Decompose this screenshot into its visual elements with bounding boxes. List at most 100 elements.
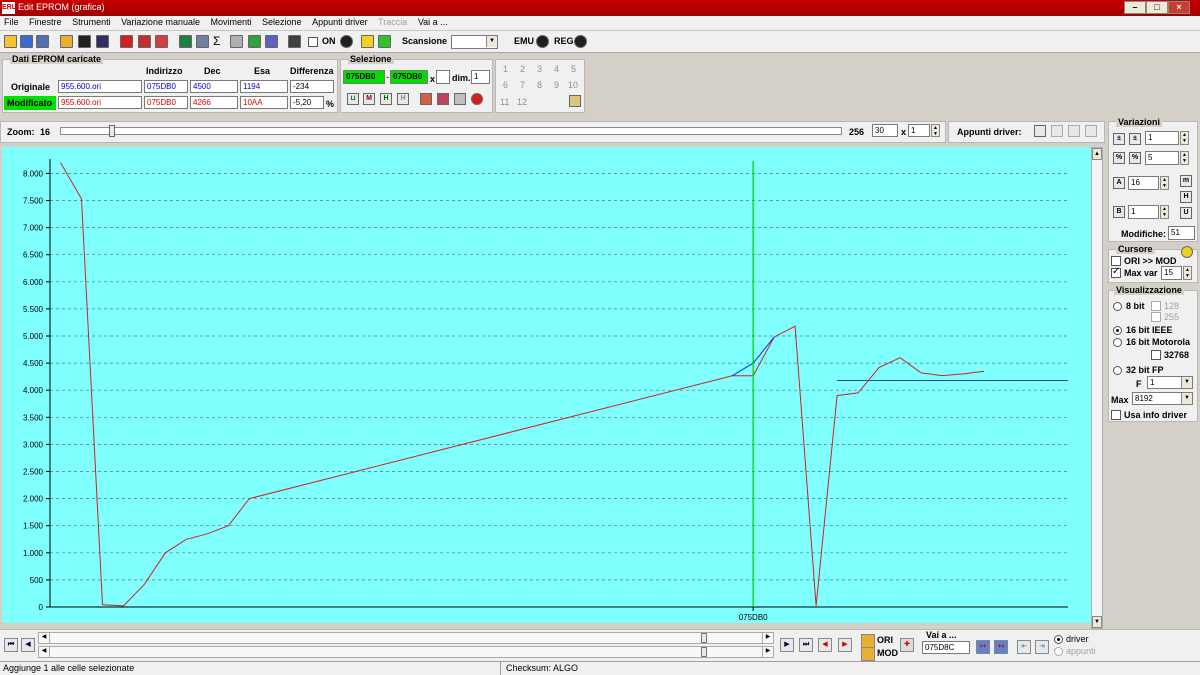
minimize-button[interactable]: –: [1124, 1, 1146, 14]
radio-driver[interactable]: [1054, 635, 1063, 644]
print-icon[interactable]: [230, 35, 243, 48]
radio-16bit-ieee[interactable]: [1113, 326, 1122, 335]
copy-icon[interactable]: [420, 93, 432, 105]
selezione-x-input[interactable]: [436, 70, 450, 84]
edit-icon[interactable]: [196, 35, 209, 48]
num-12[interactable]: 12: [517, 97, 527, 107]
num-7[interactable]: 7: [520, 80, 525, 90]
variazioni-spinner-3[interactable]: ▲ ▼: [1160, 176, 1169, 190]
vai-a-input[interactable]: 075D8C: [922, 641, 970, 654]
save-icon[interactable]: [78, 35, 91, 48]
menu-vai-a[interactable]: Vai a ...: [414, 16, 452, 28]
record-icon[interactable]: [340, 35, 353, 48]
last-icon[interactable]: ⏭: [799, 638, 813, 652]
selezione-from[interactable]: 075DB0: [343, 70, 385, 84]
scroll-left-icon[interactable]: ◀: [39, 647, 50, 657]
first-icon[interactable]: ⏮: [4, 638, 18, 652]
go-icon[interactable]: ↦: [976, 640, 990, 654]
originale-file[interactable]: 955.600.ori: [58, 80, 142, 93]
scansione-select[interactable]: ▼: [451, 35, 498, 49]
reg-icon[interactable]: [574, 35, 587, 48]
mark-next-icon[interactable]: ▶: [838, 638, 852, 652]
max-select[interactable]: 8192 ▼: [1132, 392, 1193, 405]
var-pct-sub-icon[interactable]: %: [1129, 152, 1141, 164]
scroll-right-icon[interactable]: ▶: [762, 647, 773, 657]
num-10[interactable]: 10: [568, 80, 578, 90]
undo-icon[interactable]: [471, 93, 483, 105]
menu-variazione-manuale[interactable]: Variazione manuale: [117, 16, 204, 28]
scroll-left-icon[interactable]: ◀: [39, 633, 50, 643]
modificato-differenza[interactable]: -5,20: [290, 96, 324, 109]
num-2[interactable]: 2: [520, 64, 525, 74]
checkbox-32768[interactable]: [1151, 350, 1161, 360]
scroll-down-icon[interactable]: ▼: [1092, 616, 1102, 628]
select-block-icon[interactable]: H: [380, 93, 392, 105]
mod-icon[interactable]: [861, 647, 875, 661]
chip-icon[interactable]: [155, 35, 168, 48]
flag-icon[interactable]: [248, 35, 261, 48]
originale-indirizzo[interactable]: 075DB0: [144, 80, 188, 93]
radio-32bit-fp[interactable]: [1113, 366, 1122, 375]
num-6[interactable]: 6: [503, 80, 508, 90]
var-u-icon[interactable]: U: [1180, 207, 1192, 219]
scroll-right-icon[interactable]: ▶: [762, 633, 773, 643]
hscroll-bottom-thumb[interactable]: [701, 647, 707, 657]
originale-dec[interactable]: 4500: [190, 80, 238, 93]
scroll-up-icon[interactable]: ▲: [1092, 148, 1102, 160]
lock-icon[interactable]: [361, 35, 374, 48]
select-range-icon[interactable]: M: [363, 93, 375, 105]
calculator-icon[interactable]: [569, 95, 581, 107]
var-m-icon[interactable]: m: [1180, 175, 1192, 187]
num-3[interactable]: 3: [537, 64, 542, 74]
chart-vscroll[interactable]: ▲ ▼: [1091, 147, 1103, 629]
var-add-icon[interactable]: ±: [1113, 133, 1125, 145]
variazioni-spinner-4[interactable]: ▲ ▼: [1160, 205, 1169, 219]
terminal-icon[interactable]: [288, 35, 301, 48]
selezione-to[interactable]: 075DB0: [390, 70, 428, 84]
clipboard-copy-icon[interactable]: [1034, 125, 1046, 137]
mark-prev-icon[interactable]: ◀: [818, 638, 832, 652]
variazioni-value-4[interactable]: 1: [1128, 205, 1159, 219]
usa-info-checkbox[interactable]: [1111, 410, 1121, 420]
var-b-icon[interactable]: B: [1113, 206, 1125, 218]
variazioni-value-1[interactable]: 1: [1145, 131, 1179, 145]
hscroll-top-thumb[interactable]: [701, 633, 707, 643]
zoom-value-input[interactable]: 30: [872, 124, 898, 137]
var-h-icon[interactable]: H: [1180, 191, 1192, 203]
cut-icon[interactable]: [454, 93, 466, 105]
chart-icon[interactable]: [265, 35, 278, 48]
var-a-icon[interactable]: A: [1113, 177, 1125, 189]
run-icon[interactable]: [378, 35, 391, 48]
sigma-icon[interactable]: Σ: [213, 34, 220, 48]
f-select[interactable]: 1 ▼: [1147, 376, 1193, 389]
maxvar-value[interactable]: 15: [1161, 266, 1182, 280]
check-icon[interactable]: [120, 35, 133, 48]
menu-file[interactable]: File: [0, 16, 23, 28]
emu-icon[interactable]: [536, 35, 549, 48]
next-icon[interactable]: ▶: [780, 638, 794, 652]
variazioni-spinner-2[interactable]: ▲ ▼: [1180, 151, 1189, 165]
home-icon[interactable]: [4, 35, 17, 48]
ori-label[interactable]: ORI: [877, 635, 893, 645]
menu-movimenti[interactable]: Movimenti: [207, 16, 256, 28]
calendar-icon[interactable]: [138, 35, 151, 48]
num-4[interactable]: 4: [554, 64, 559, 74]
on-checkbox[interactable]: [308, 37, 318, 47]
select-all-icon[interactable]: ⊔: [347, 93, 359, 105]
cursore-lock-icon[interactable]: [1181, 246, 1193, 258]
modificato-esa[interactable]: 10AA: [240, 96, 288, 109]
paste-icon[interactable]: [437, 93, 449, 105]
num-5[interactable]: 5: [571, 64, 576, 74]
hscroll-bottom[interactable]: ◀ ▶: [38, 646, 774, 658]
menu-selezione[interactable]: Selezione: [258, 16, 306, 28]
chart-panel[interactable]: 0 500 1.000 1.500 2.000 2.500 3.000 3.500 4.000 4…: [2, 147, 1091, 623]
zoom-x-input[interactable]: 1: [908, 124, 930, 137]
maxvar-checkbox[interactable]: ✓: [1111, 266, 1121, 278]
modificato-indirizzo[interactable]: 075DB0: [144, 96, 188, 109]
save-as-icon[interactable]: [96, 35, 109, 48]
windows-icon[interactable]: [20, 35, 33, 48]
variazioni-value-2[interactable]: 5: [1145, 151, 1179, 165]
dim-input[interactable]: 1: [471, 70, 490, 84]
mod-label[interactable]: MOD: [877, 648, 898, 658]
maxvar-spinner[interactable]: ▲ ▼: [1183, 266, 1192, 280]
